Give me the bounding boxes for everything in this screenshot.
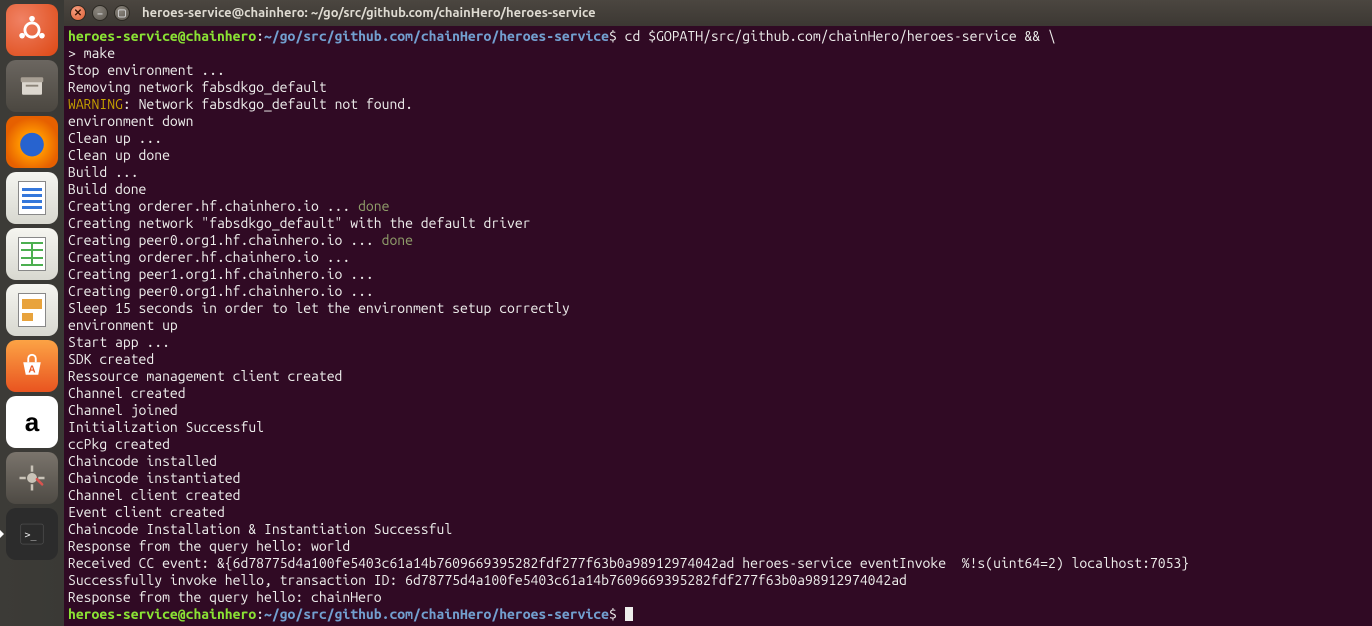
output-line: Clean up ... <box>68 130 162 146</box>
window-close-button[interactable]: ✕ <box>70 5 86 21</box>
output-line: environment down <box>68 113 193 129</box>
amazon-icon: a <box>15 405 49 439</box>
output-line: Initialization Successful <box>68 419 264 435</box>
window-minimize-button[interactable]: – <box>92 5 108 21</box>
output-line: Response from the query hello: world <box>68 538 350 554</box>
output-line: Channel created <box>68 385 186 401</box>
output-done: done <box>358 198 389 214</box>
unity-launcher: A a >_ <box>0 0 64 626</box>
output-done: done <box>382 232 413 248</box>
output-line: Received CC event: &{6d78775d4a100fe5403… <box>68 555 1189 571</box>
output-line: Creating network "fabsdkgo_default" with… <box>68 215 531 231</box>
output-line: Build ... <box>68 164 139 180</box>
output-line: environment up <box>68 317 178 333</box>
output-line: Stop environment ... <box>68 62 225 78</box>
settings-icon <box>15 461 49 495</box>
terminal-viewport[interactable]: heroes-service@chainhero:~/go/src/github… <box>64 26 1372 626</box>
launcher-terminal[interactable]: >_ <box>6 508 58 560</box>
output-line: ccPkg created <box>68 436 170 452</box>
firefox-icon <box>15 125 49 159</box>
prompt-colon: : <box>256 606 264 622</box>
output-line: Creating orderer.hf.chainhero.io ... <box>68 198 358 214</box>
terminal-icon: >_ <box>15 517 49 551</box>
prompt-command-cont: > make <box>68 45 115 61</box>
software-center-icon: A <box>15 349 49 383</box>
output-line: Chaincode Installation & Instantiation S… <box>68 521 452 537</box>
launcher-libreoffice-calc[interactable] <box>6 228 58 280</box>
window-title: heroes-service@chainhero: ~/go/src/githu… <box>142 6 596 20</box>
impress-icon <box>15 293 49 327</box>
terminal-cursor <box>625 607 633 621</box>
output-line: Sleep 15 seconds in order to let the env… <box>68 300 570 316</box>
writer-icon <box>15 181 49 215</box>
output-line: Successfully invoke hello, transaction I… <box>68 572 907 588</box>
output-line: Creating peer1.org1.hf.chainhero.io ... <box>68 266 374 282</box>
prompt-user-host: heroes-service@chainhero <box>68 606 256 622</box>
files-icon <box>15 69 49 103</box>
output-line: Creating peer0.org1.hf.chainhero.io ... <box>68 283 374 299</box>
calc-icon <box>15 237 49 271</box>
output-line: : Network fabsdkgo_default not found. <box>123 96 413 112</box>
prompt-path: ~/go/src/github.com/chainHero/heroes-ser… <box>264 28 609 44</box>
output-line: Removing network fabsdkgo_default <box>68 79 327 95</box>
prompt-path: ~/go/src/github.com/chainHero/heroes-ser… <box>264 606 609 622</box>
output-line: Response from the query hello: chainHero <box>68 589 382 605</box>
output-line: Ressource management client created <box>68 368 342 384</box>
output-line: Event client created <box>68 504 225 520</box>
output-line: Channel client created <box>68 487 240 503</box>
output-line: Clean up done <box>68 147 170 163</box>
output-line: Creating orderer.hf.chainhero.io ... <box>68 249 350 265</box>
output-line: Build done <box>68 181 146 197</box>
launcher-firefox[interactable] <box>6 116 58 168</box>
prompt-user-host: heroes-service@chainhero <box>68 28 256 44</box>
prompt-command: cd $GOPATH/src/github.com/chainHero/hero… <box>617 28 1056 44</box>
launcher-ubuntu-dash[interactable] <box>6 4 58 56</box>
launcher-system-settings[interactable] <box>6 452 58 504</box>
output-line: SDK created <box>68 351 154 367</box>
output-warning-tag: WARNING <box>68 96 123 112</box>
titlebar[interactable]: ✕ – ▢ heroes-service@chainhero: ~/go/src… <box>64 0 1372 26</box>
svg-text:A: A <box>28 364 35 375</box>
ubuntu-logo-icon <box>15 13 49 47</box>
prompt-colon: : <box>256 28 264 44</box>
prompt-dollar: $ <box>609 606 625 622</box>
launcher-libreoffice-impress[interactable] <box>6 284 58 336</box>
prompt-dollar: $ <box>609 28 617 44</box>
launcher-ubuntu-software[interactable]: A <box>6 340 58 392</box>
launcher-amazon[interactable]: a <box>6 396 58 448</box>
launcher-files[interactable] <box>6 60 58 112</box>
terminal-window: ✕ – ▢ heroes-service@chainhero: ~/go/src… <box>64 0 1372 626</box>
window-maximize-button[interactable]: ▢ <box>114 5 130 21</box>
launcher-libreoffice-writer[interactable] <box>6 172 58 224</box>
output-line: Chaincode installed <box>68 453 217 469</box>
output-line: Channel joined <box>68 402 178 418</box>
output-line: Creating peer0.org1.hf.chainhero.io ... <box>68 232 382 248</box>
output-line: Chaincode instantiated <box>68 470 240 486</box>
svg-text:>_: >_ <box>25 530 38 541</box>
output-line: Start app ... <box>68 334 170 350</box>
